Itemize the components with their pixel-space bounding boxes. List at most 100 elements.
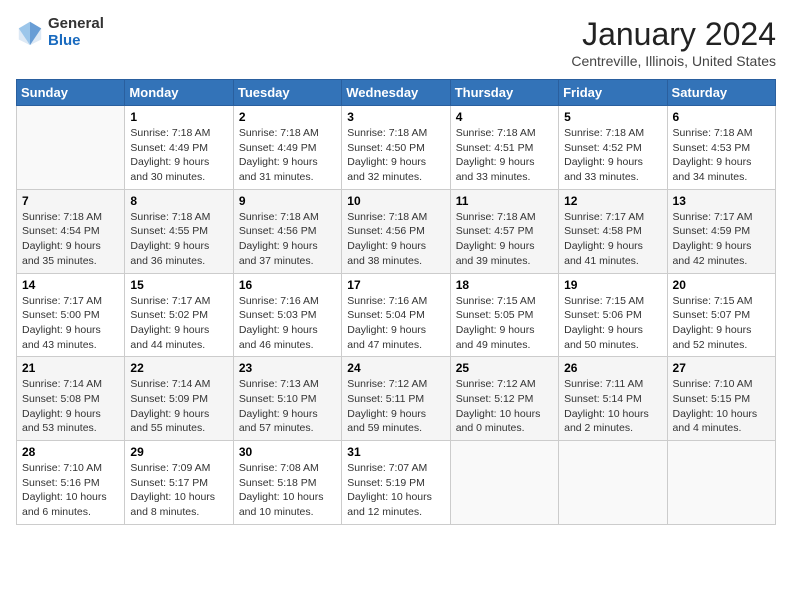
calendar-cell: 15 Sunrise: 7:17 AMSunset: 5:02 PMDayligh… (125, 273, 233, 357)
day-number: 28 (22, 445, 119, 459)
day-info: Sunrise: 7:18 AMSunset: 4:52 PMDaylight:… (564, 126, 661, 185)
day-info: Sunrise: 7:18 AMSunset: 4:49 PMDaylight:… (130, 126, 227, 185)
day-number: 14 (22, 278, 119, 292)
calendar-cell (17, 106, 125, 190)
calendar-cell: 7Sunrise: 7:18 AMSunset: 4:54 PMDaylight… (17, 189, 125, 273)
day-info: Sunrise: 7:13 AMSunset: 5:10 PMDaylight:… (239, 377, 336, 436)
calendar-cell: 14Sunrise: 7:17 AMSunset: 5:00 PMDayligh… (17, 273, 125, 357)
calendar-cell: 17Sunrise: 7:16 AMSunset: 5:04 PMDayligh… (342, 273, 450, 357)
header: General Blue January 2024 Centreville, I… (16, 16, 776, 69)
calendar-cell: 9 Sunrise: 7:18 AMSunset: 4:56 PMDaylight… (233, 189, 341, 273)
day-number: 25 (456, 361, 553, 375)
day-number: 10 (347, 194, 444, 208)
calendar-cell: 4 Sunrise: 7:18 AMSunset: 4:51 PMDaylight… (450, 106, 558, 190)
day-number: 6 (673, 110, 770, 124)
calendar-week-2: 14Sunrise: 7:17 AMSunset: 5:00 PMDayligh… (17, 273, 776, 357)
day-info: Sunrise: 7:17 AMSunset: 5:02 PMDaylight:… (130, 294, 227, 353)
day-number: 12 (564, 194, 661, 208)
calendar-cell: 20 Sunrise: 7:15 AMSunset: 5:07 PMDayligh… (667, 273, 775, 357)
logo-icon (16, 19, 44, 47)
day-info: Sunrise: 7:18 AMSunset: 4:55 PMDaylight:… (130, 210, 227, 269)
calendar-cell: 1 Sunrise: 7:18 AMSunset: 4:49 PMDaylight… (125, 106, 233, 190)
day-info: Sunrise: 7:15 AMSunset: 5:05 PMDaylight:… (456, 294, 553, 353)
title-area: January 2024 Centreville, Illinois, Unit… (571, 16, 776, 69)
calendar-cell: 18 Sunrise: 7:15 AMSunset: 5:05 PMDayligh… (450, 273, 558, 357)
day-info: Sunrise: 7:16 AMSunset: 5:03 PMDaylight:… (239, 294, 336, 353)
calendar-cell: 29 Sunrise: 7:09 AMSunset: 5:17 PMDayligh… (125, 441, 233, 525)
calendar-cell: 28 Sunrise: 7:10 AMSunset: 5:16 PMDayligh… (17, 441, 125, 525)
day-info: Sunrise: 7:17 AMSunset: 4:58 PMDaylight:… (564, 210, 661, 269)
calendar-title: January 2024 (571, 16, 776, 53)
calendar-cell: 26 Sunrise: 7:11 AMSunset: 5:14 PMDayligh… (559, 357, 667, 441)
day-number: 27 (673, 361, 770, 375)
day-number: 30 (239, 445, 336, 459)
calendar-week-0: 1 Sunrise: 7:18 AMSunset: 4:49 PMDaylight… (17, 106, 776, 190)
day-number: 5 (564, 110, 661, 124)
day-info: Sunrise: 7:18 AMSunset: 4:51 PMDaylight:… (456, 126, 553, 185)
calendar-week-4: 28 Sunrise: 7:10 AMSunset: 5:16 PMDayligh… (17, 441, 776, 525)
day-number: 9 (239, 194, 336, 208)
calendar-cell: 6 Sunrise: 7:18 AMSunset: 4:53 PMDaylight… (667, 106, 775, 190)
day-info: Sunrise: 7:18 AMSunset: 4:56 PMDaylight:… (347, 210, 444, 269)
calendar-cell: 27 Sunrise: 7:10 AMSunset: 5:15 PMDayligh… (667, 357, 775, 441)
calendar-cell: 21 Sunrise: 7:14 AMSunset: 5:08 PMDayligh… (17, 357, 125, 441)
calendar-subtitle: Centreville, Illinois, United States (571, 53, 776, 69)
calendar-cell (450, 441, 558, 525)
calendar-cell: 19Sunrise: 7:15 AMSunset: 5:06 PMDayligh… (559, 273, 667, 357)
day-number: 24 (347, 361, 444, 375)
day-number: 26 (564, 361, 661, 375)
day-info: Sunrise: 7:11 AMSunset: 5:14 PMDaylight:… (564, 377, 661, 436)
calendar-week-3: 21 Sunrise: 7:14 AMSunset: 5:08 PMDayligh… (17, 357, 776, 441)
calendar-cell: 10 Sunrise: 7:18 AMSunset: 4:56 PMDayligh… (342, 189, 450, 273)
calendar-cell: 5 Sunrise: 7:18 AMSunset: 4:52 PMDaylight… (559, 106, 667, 190)
day-info: Sunrise: 7:10 AMSunset: 5:15 PMDaylight:… (673, 377, 770, 436)
calendar-cell: 31 Sunrise: 7:07 AMSunset: 5:19 PMDayligh… (342, 441, 450, 525)
calendar-cell: 16 Sunrise: 7:16 AMSunset: 5:03 PMDayligh… (233, 273, 341, 357)
header-cell-tuesday: Tuesday (233, 80, 341, 106)
day-number: 29 (130, 445, 227, 459)
day-info: Sunrise: 7:07 AMSunset: 5:19 PMDaylight:… (347, 461, 444, 520)
logo: General Blue (16, 16, 104, 49)
calendar-body: 1 Sunrise: 7:18 AMSunset: 4:49 PMDaylight… (17, 106, 776, 525)
day-number: 4 (456, 110, 553, 124)
day-number: 8 (130, 194, 227, 208)
day-number: 20 (673, 278, 770, 292)
day-info: Sunrise: 7:18 AMSunset: 4:49 PMDaylight:… (239, 126, 336, 185)
calendar-cell: 23 Sunrise: 7:13 AMSunset: 5:10 PMDayligh… (233, 357, 341, 441)
calendar-cell: 25Sunrise: 7:12 AMSunset: 5:12 PMDayligh… (450, 357, 558, 441)
day-info: Sunrise: 7:08 AMSunset: 5:18 PMDaylight:… (239, 461, 336, 520)
calendar-cell: 3 Sunrise: 7:18 AMSunset: 4:50 PMDaylight… (342, 106, 450, 190)
header-cell-monday: Monday (125, 80, 233, 106)
day-number: 18 (456, 278, 553, 292)
day-info: Sunrise: 7:18 AMSunset: 4:50 PMDaylight:… (347, 126, 444, 185)
header-row: SundayMondayTuesdayWednesdayThursdayFrid… (17, 80, 776, 106)
day-number: 2 (239, 110, 336, 124)
logo-blue-text: Blue (48, 33, 104, 50)
day-info: Sunrise: 7:14 AMSunset: 5:09 PMDaylight:… (130, 377, 227, 436)
day-info: Sunrise: 7:17 AMSunset: 4:59 PMDaylight:… (673, 210, 770, 269)
day-number: 19 (564, 278, 661, 292)
header-cell-friday: Friday (559, 80, 667, 106)
day-info: Sunrise: 7:15 AMSunset: 5:07 PMDaylight:… (673, 294, 770, 353)
calendar-week-1: 7Sunrise: 7:18 AMSunset: 4:54 PMDaylight… (17, 189, 776, 273)
day-number: 23 (239, 361, 336, 375)
day-info: Sunrise: 7:10 AMSunset: 5:16 PMDaylight:… (22, 461, 119, 520)
day-number: 22 (130, 361, 227, 375)
day-number: 31 (347, 445, 444, 459)
calendar-cell (667, 441, 775, 525)
day-number: 16 (239, 278, 336, 292)
header-cell-wednesday: Wednesday (342, 80, 450, 106)
day-info: Sunrise: 7:09 AMSunset: 5:17 PMDaylight:… (130, 461, 227, 520)
day-info: Sunrise: 7:18 AMSunset: 4:56 PMDaylight:… (239, 210, 336, 269)
calendar-cell: 13Sunrise: 7:17 AMSunset: 4:59 PMDayligh… (667, 189, 775, 273)
day-number: 3 (347, 110, 444, 124)
calendar-cell: 12 Sunrise: 7:17 AMSunset: 4:58 PMDayligh… (559, 189, 667, 273)
day-number: 1 (130, 110, 227, 124)
day-info: Sunrise: 7:18 AMSunset: 4:53 PMDaylight:… (673, 126, 770, 185)
logo-general-text: General (48, 16, 104, 33)
calendar-cell: 30 Sunrise: 7:08 AMSunset: 5:18 PMDayligh… (233, 441, 341, 525)
day-info: Sunrise: 7:14 AMSunset: 5:08 PMDaylight:… (22, 377, 119, 436)
day-number: 15 (130, 278, 227, 292)
day-info: Sunrise: 7:12 AMSunset: 5:11 PMDaylight:… (347, 377, 444, 436)
day-number: 21 (22, 361, 119, 375)
